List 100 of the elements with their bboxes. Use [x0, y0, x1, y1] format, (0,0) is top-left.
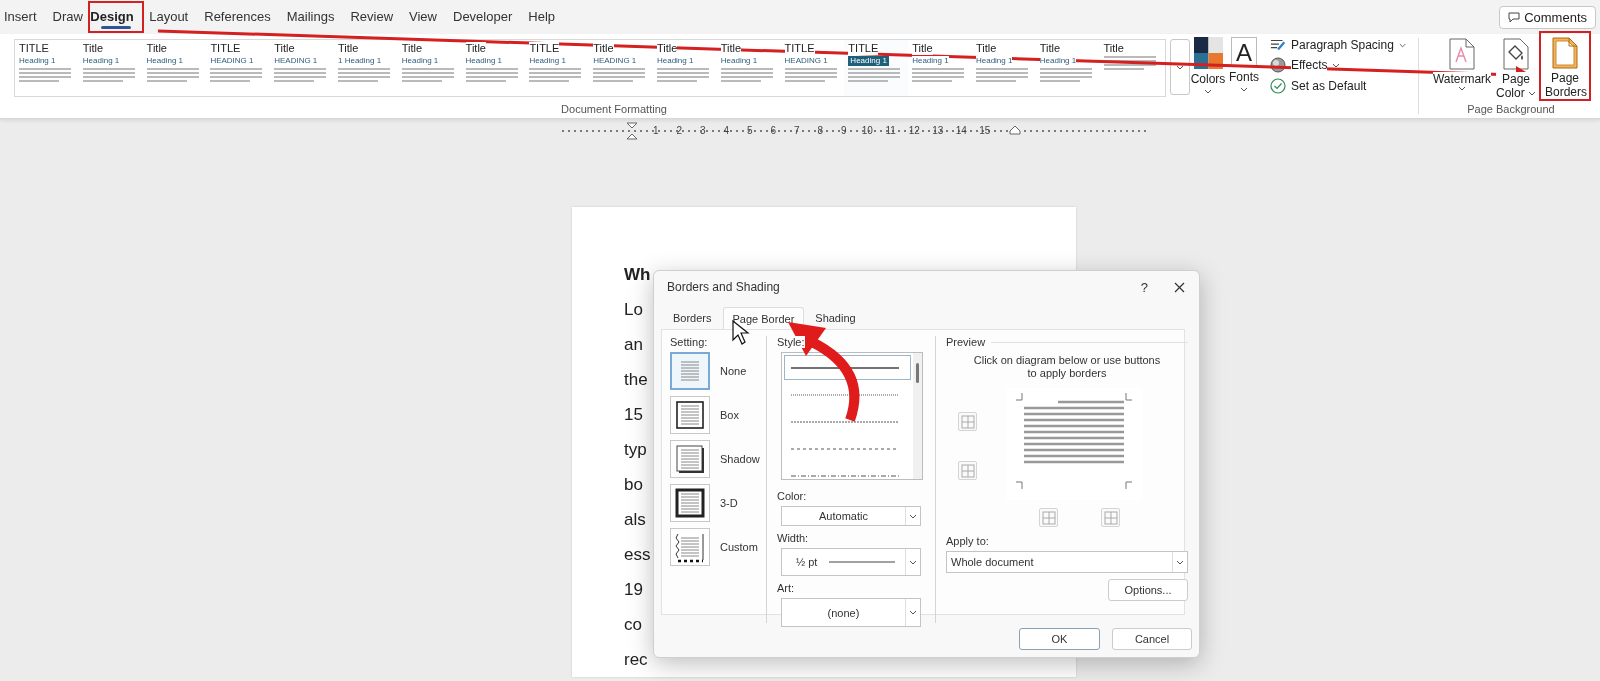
- dialog-tab[interactable]: Borders: [664, 307, 721, 329]
- heading-preview: Heading 1: [19, 56, 56, 66]
- border-toggle-button[interactable]: [958, 412, 977, 431]
- ribbon-tab[interactable]: Design: [90, 3, 142, 31]
- ribbon-tab[interactable]: Review: [342, 3, 402, 31]
- line-style-list[interactable]: [781, 352, 923, 480]
- line-style-option[interactable]: [784, 355, 911, 380]
- preview-hint: Click on diagram below or use buttons to apply borders: [973, 354, 1161, 380]
- title-preview: Title: [82, 42, 104, 55]
- color-swatch-icon: [1193, 37, 1223, 69]
- border-toggle-button[interactable]: [1101, 508, 1120, 527]
- style-set-thumbnail[interactable]: Title Heading 1: [142, 40, 207, 96]
- indent-marker-icon: [626, 122, 638, 140]
- page-color-button[interactable]: Page Color: [1495, 38, 1537, 100]
- ok-button[interactable]: OK: [1019, 628, 1100, 650]
- setting-option[interactable]: [670, 484, 710, 522]
- body-text: ess: [624, 544, 651, 566]
- ribbon-tab[interactable]: Insert: [4, 3, 45, 31]
- style-set-thumbnail[interactable]: TITLE Heading 1: [525, 40, 590, 96]
- paint-bucket-icon: [1503, 38, 1529, 70]
- options-button[interactable]: Options...: [1108, 579, 1188, 601]
- title-preview: Title: [338, 42, 359, 55]
- ruler-number: 9: [839, 126, 848, 136]
- ribbon-tab[interactable]: Draw: [44, 3, 91, 31]
- chevron-down-icon: [1176, 559, 1184, 565]
- body-text: an: [624, 334, 643, 356]
- style-set-thumbnail[interactable]: TITLE HEADING 1: [780, 40, 845, 96]
- setting-option[interactable]: [670, 528, 710, 566]
- title-preview: TITLE: [210, 42, 241, 55]
- border-toggle-button[interactable]: [1039, 508, 1058, 527]
- close-icon[interactable]: [1174, 281, 1185, 293]
- line-sample-icon: [829, 561, 896, 563]
- heading-preview: Heading 1: [82, 56, 120, 66]
- indent-marker-icon: [1009, 125, 1021, 135]
- ribbon-tab[interactable]: Help: [520, 3, 563, 31]
- style-set-thumbnail[interactable]: Title Heading 1: [397, 40, 462, 96]
- dialog-title: Borders and Shading: [667, 280, 780, 294]
- text-lines-icon: [210, 67, 263, 83]
- title-preview: Title: [465, 42, 486, 55]
- width-label: Width:: [777, 532, 809, 544]
- heading-preview: Heading 1: [975, 56, 1013, 66]
- comment-icon: [1508, 11, 1521, 23]
- style-set-thumbnail[interactable]: TITLE HEADING 1: [206, 40, 271, 96]
- color-dropdown[interactable]: Automatic: [781, 506, 921, 526]
- ruler-number: 13: [931, 126, 945, 136]
- apply-to-dropdown[interactable]: Whole document: [946, 551, 1188, 573]
- text-lines-icon: [19, 67, 71, 83]
- colors-button[interactable]: Colors: [1190, 37, 1226, 94]
- text-lines-icon: [274, 67, 327, 83]
- scrollbar-thumb[interactable]: [916, 363, 919, 383]
- page-borders-button[interactable]: Page Borders: [1543, 37, 1587, 99]
- ruler-number: 10: [860, 126, 874, 136]
- heading-preview: Heading 1: [401, 56, 439, 66]
- chevron-down-icon: [909, 610, 917, 615]
- ribbon-tab[interactable]: Mailings: [278, 3, 343, 31]
- title-preview: Title: [274, 42, 295, 55]
- style-set-thumbnail[interactable]: Title Heading 1: [461, 40, 526, 96]
- ribbon-tab[interactable]: Layout: [141, 3, 197, 31]
- title-preview: TITLE: [784, 42, 815, 55]
- ruler-number: 12: [907, 126, 921, 136]
- setting-label: 3-D: [720, 497, 738, 509]
- ribbon-tab[interactable]: References: [196, 3, 279, 31]
- body-text: bo: [624, 474, 643, 496]
- dialog-tab[interactable]: Shading: [806, 307, 865, 329]
- style-set-thumbnail[interactable]: Title Heading 1: [78, 40, 143, 96]
- border-toggle-button[interactable]: [958, 461, 977, 480]
- art-dropdown[interactable]: (none): [781, 598, 921, 627]
- ruler-number: 1: [651, 126, 660, 136]
- paragraph-spacing-icon: [1270, 38, 1287, 52]
- ruler-number: 3: [698, 126, 707, 136]
- style-set-thumbnail[interactable]: TITLE Heading 1: [15, 40, 79, 96]
- text-lines-icon: [82, 67, 135, 83]
- setting-label: Setting:: [670, 336, 708, 348]
- ribbon-tab[interactable]: View: [401, 3, 445, 31]
- style-set-thumbnail[interactable]: Title Heading 1: [908, 40, 972, 96]
- help-button[interactable]: ?: [1140, 279, 1148, 295]
- dialog-tab[interactable]: Page Border: [722, 307, 805, 329]
- ruler-number: 8: [816, 126, 825, 136]
- title-preview: Title: [593, 42, 614, 55]
- style-set-thumbnail[interactable]: TITLE Heading 1: [844, 40, 909, 96]
- text-lines-icon: [784, 67, 837, 83]
- watermark-button[interactable]: Watermark: [1431, 38, 1493, 91]
- style-label: Style:: [777, 336, 805, 348]
- ruler-number: 6: [769, 126, 778, 136]
- heading-preview: HEADING 1: [210, 56, 254, 66]
- style-set-thumbnail[interactable]: Title Heading 1: [971, 40, 1036, 96]
- style-set-thumbnail[interactable]: Title 1 Heading 1: [334, 40, 398, 96]
- style-set-thumbnail[interactable]: Title HEADING 1: [270, 40, 334, 96]
- heading-preview: Heading 1: [656, 56, 694, 66]
- default-option[interactable]: Set as Default: [1270, 78, 1406, 94]
- width-dropdown[interactable]: ½ pt: [781, 548, 921, 576]
- style-set-thumbnail[interactable]: Title Heading 1: [1035, 40, 1100, 96]
- cancel-button[interactable]: Cancel: [1112, 628, 1192, 650]
- setting-option[interactable]: [670, 396, 710, 434]
- ribbon-tab[interactable]: Developer: [445, 3, 521, 31]
- heading-preview: Heading 1: [848, 56, 889, 66]
- setting-option[interactable]: [670, 440, 710, 478]
- title-preview: Title: [1103, 42, 1124, 55]
- setting-label: None: [720, 365, 747, 377]
- comments-button[interactable]: Comments: [1499, 5, 1596, 29]
